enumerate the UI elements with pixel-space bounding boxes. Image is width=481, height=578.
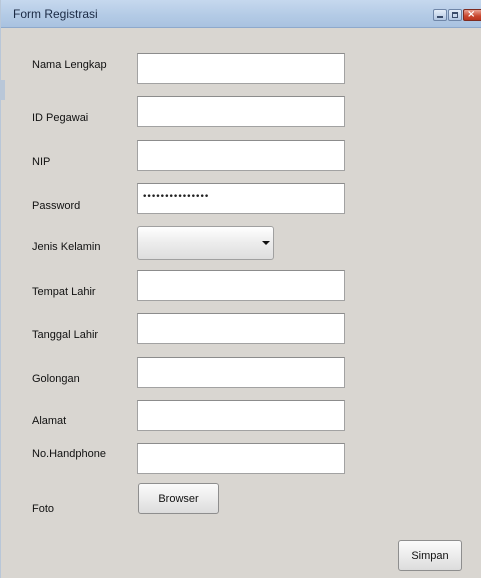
browse-button[interactable]: Browser — [138, 483, 219, 514]
window-title: Form Registrasi — [13, 7, 98, 21]
label-nama-lengkap: Nama Lengkap — [32, 59, 107, 71]
nama-lengkap-input[interactable] — [137, 53, 345, 84]
label-tanggal-lahir: Tanggal Lahir — [32, 329, 99, 341]
window-edge — [1, 80, 5, 100]
maximize-button[interactable] — [448, 9, 462, 21]
label-tempat-lahir: Tempat Lahir — [32, 286, 96, 298]
label-no-handphone: No.Handphone — [32, 448, 107, 460]
label-nip: NIP — [32, 156, 51, 168]
no-handphone-input[interactable] — [137, 443, 345, 474]
label-id-pegawai: ID Pegawai — [32, 112, 89, 124]
password-input[interactable]: ••••••••••••••• — [137, 183, 345, 214]
jenis-kelamin-dropdown[interactable] — [137, 226, 274, 260]
close-icon: × — [467, 9, 476, 20]
tanggal-lahir-input[interactable] — [137, 313, 345, 344]
maximize-icon — [452, 12, 458, 18]
minimize-icon — [437, 16, 443, 18]
chevron-down-icon — [262, 241, 270, 245]
label-alamat: Alamat — [32, 415, 67, 427]
nip-input[interactable] — [137, 140, 345, 171]
alamat-input[interactable] — [137, 400, 345, 431]
tempat-lahir-input[interactable] — [137, 270, 345, 301]
title-bar[interactable]: Form Registrasi × — [1, 0, 481, 28]
registration-window: Form Registrasi × Nama Lengkap ID Pegawa… — [0, 0, 481, 578]
golongan-input[interactable] — [137, 357, 345, 388]
label-password: Password — [32, 200, 81, 212]
label-foto: Foto — [32, 503, 55, 515]
label-jenis-kelamin: Jenis Kelamin — [32, 241, 101, 253]
save-button[interactable]: Simpan — [398, 540, 462, 571]
close-button[interactable]: × — [463, 9, 481, 21]
minimize-button[interactable] — [433, 9, 447, 21]
id-pegawai-input[interactable] — [137, 96, 345, 127]
label-golongan: Golongan — [32, 373, 80, 385]
password-mask: ••••••••••••••• — [142, 192, 209, 202]
